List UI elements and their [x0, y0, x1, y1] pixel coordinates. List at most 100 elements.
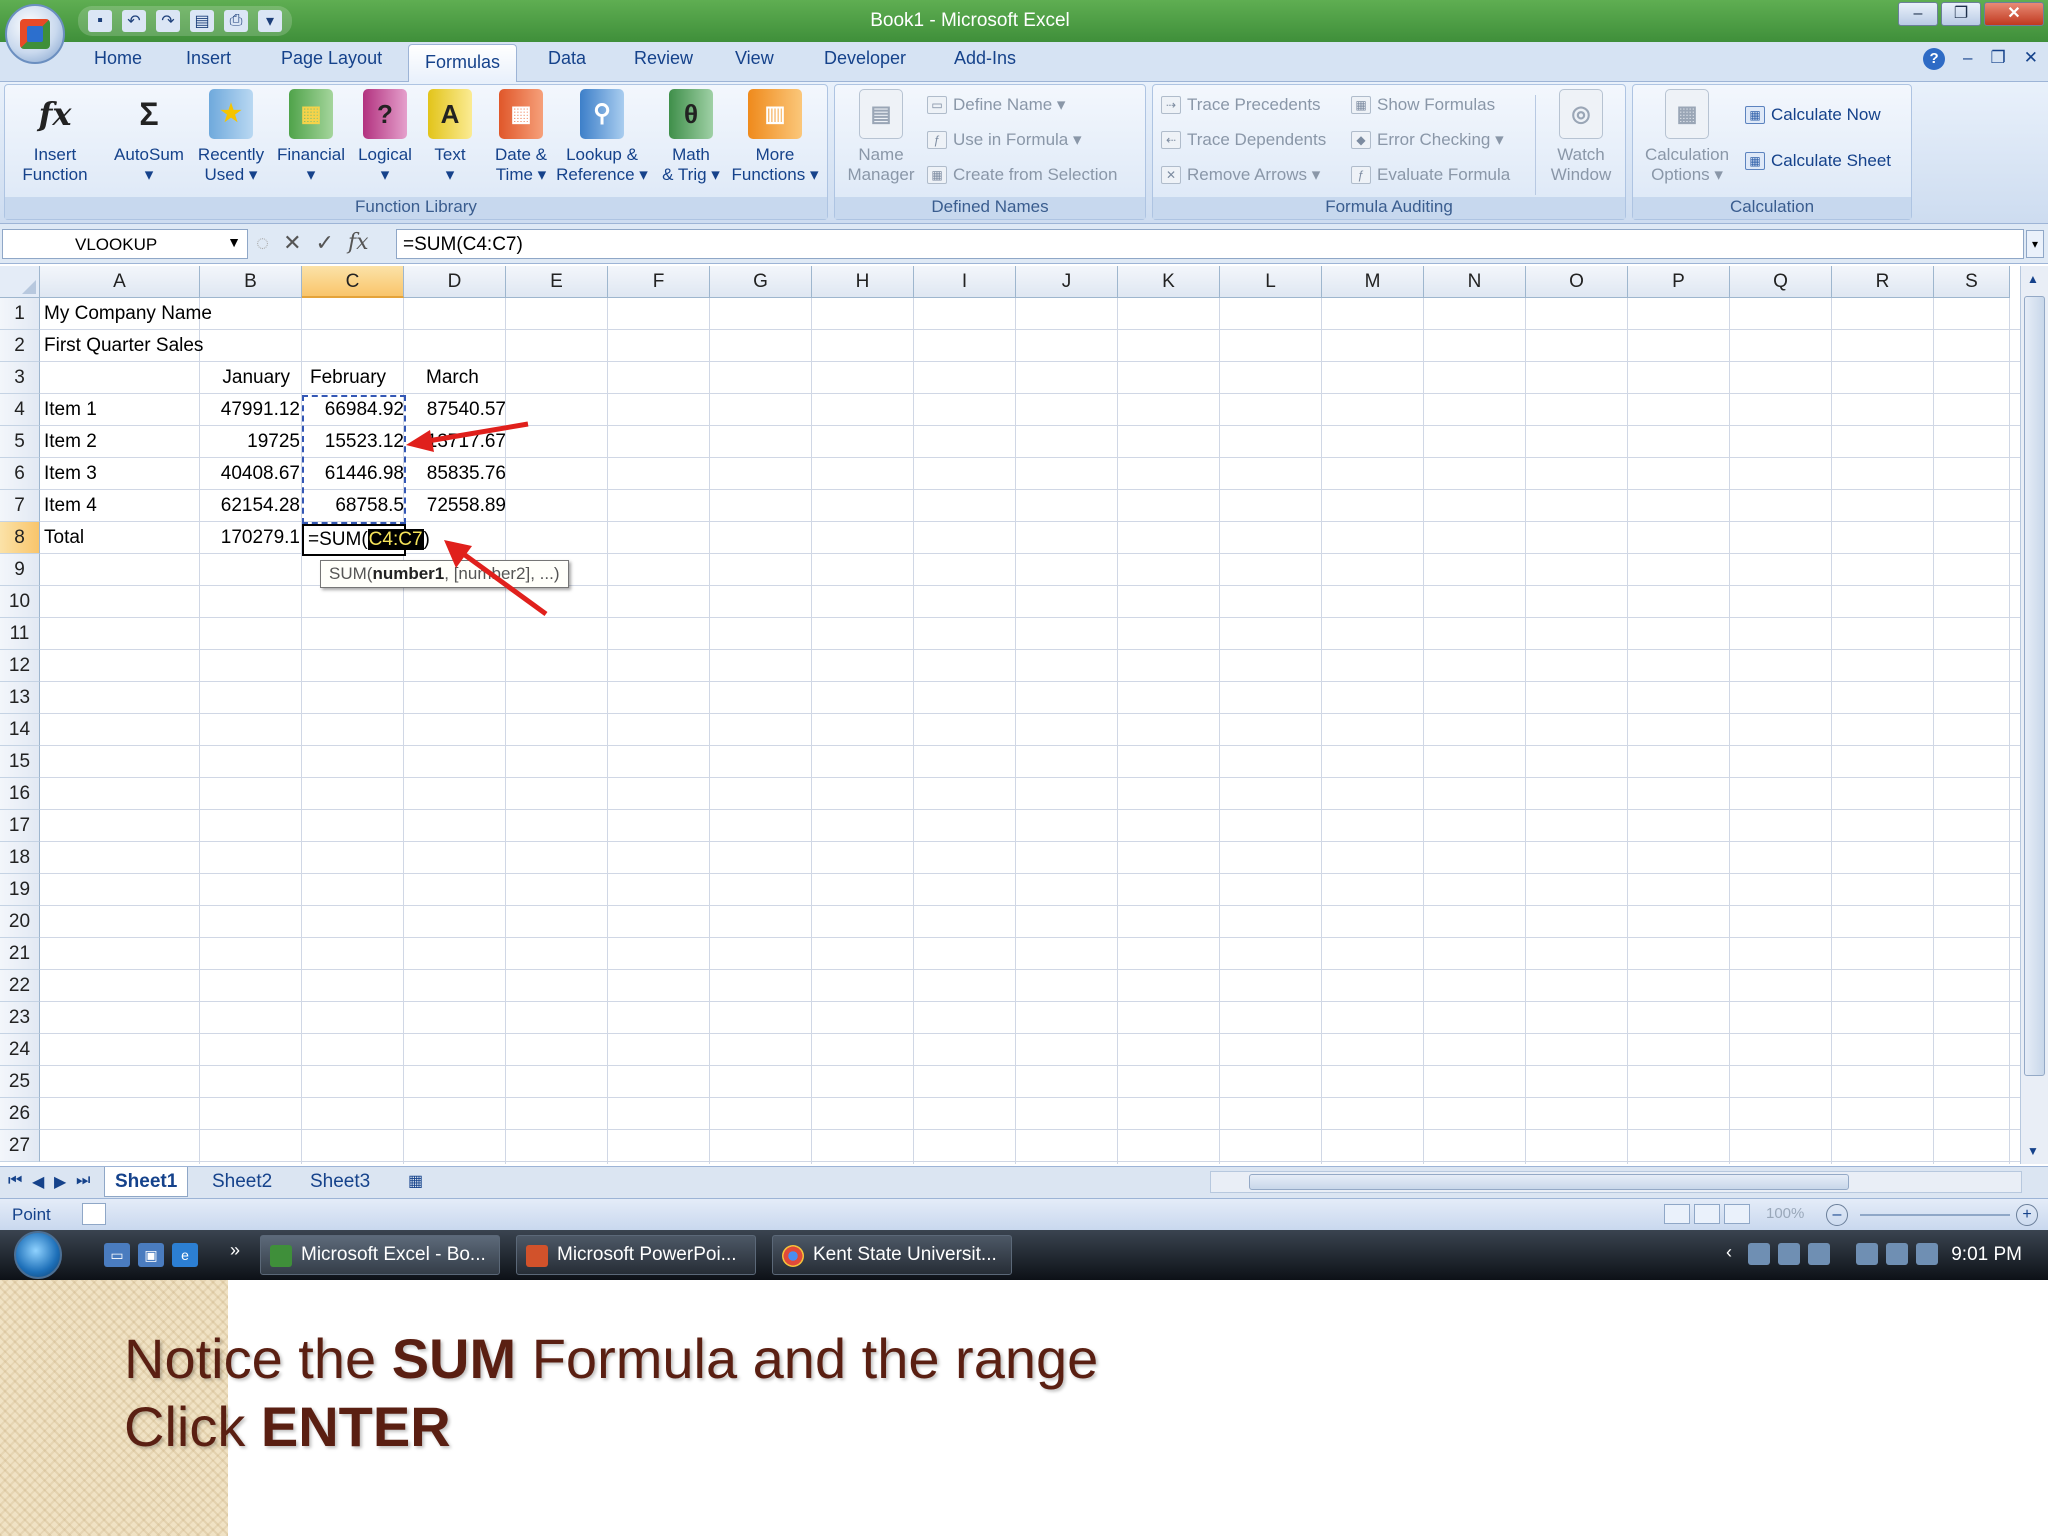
- cell-a2[interactable]: First Quarter Sales: [44, 330, 203, 362]
- more-quick-launch-icon[interactable]: »: [230, 1240, 240, 1261]
- tray-expand-icon[interactable]: ‹: [1726, 1242, 1732, 1263]
- cell-a6[interactable]: Item 3: [44, 458, 97, 490]
- workbook-close-icon[interactable]: ✕: [2024, 48, 2038, 70]
- define-name-button[interactable]: ▭ Define Name ▾: [927, 95, 1065, 115]
- tab-page-layout[interactable]: Page Layout: [281, 48, 382, 69]
- calculation-options-button[interactable]: ▦ Calculation Options ▾: [1637, 89, 1737, 185]
- column-header-c[interactable]: C: [302, 266, 404, 298]
- cell-b8[interactable]: 170279.1: [200, 522, 300, 554]
- chevron-down-icon[interactable]: ▼: [227, 234, 241, 250]
- column-header-a[interactable]: A: [40, 266, 200, 298]
- math-trig-button[interactable]: θ Math & Trig ▾: [653, 89, 729, 185]
- cell-c5[interactable]: 15523.12: [304, 426, 404, 458]
- normal-view-icon[interactable]: [1664, 1204, 1690, 1224]
- volume-icon[interactable]: [1916, 1243, 1938, 1265]
- row-header-8[interactable]: 8: [0, 522, 40, 554]
- logical-button[interactable]: ? Logical ▾: [345, 89, 425, 185]
- tab-data[interactable]: Data: [548, 48, 586, 69]
- row-header-21[interactable]: 21: [0, 938, 40, 970]
- select-all-corner[interactable]: [0, 266, 40, 298]
- row-header-24[interactable]: 24: [0, 1034, 40, 1066]
- column-header-p[interactable]: P: [1628, 266, 1730, 298]
- display-icon[interactable]: [1778, 1243, 1800, 1265]
- close-button[interactable]: ✕: [1984, 2, 2044, 26]
- row-header-22[interactable]: 22: [0, 970, 40, 1002]
- start-orb-icon[interactable]: [14, 1231, 62, 1279]
- network-icon[interactable]: [1748, 1243, 1770, 1265]
- zoom-out-icon[interactable]: –: [1826, 1204, 1848, 1226]
- worksheet-grid[interactable]: ABCDEFGHIJKLMNOPQRS 1 2 3 4 5 6 7 8 9 10 11 12 13 14 1…: [0, 266, 2048, 1164]
- sheet-tab-3[interactable]: Sheet3: [300, 1167, 380, 1197]
- cell-c3[interactable]: February: [310, 362, 386, 394]
- row-header-1[interactable]: 1: [0, 298, 40, 330]
- column-header-n[interactable]: N: [1424, 266, 1526, 298]
- prev-sheet-icon[interactable]: ◀: [32, 1172, 44, 1192]
- row-header-4[interactable]: 4: [0, 394, 40, 426]
- network-connection-icon[interactable]: [1886, 1243, 1908, 1265]
- internet-explorer-icon[interactable]: e: [172, 1243, 198, 1267]
- calculate-now-button[interactable]: ▦ Calculate Now: [1745, 105, 1881, 125]
- autosum-button[interactable]: Σ AutoSum ▾: [105, 89, 193, 185]
- column-header-f[interactable]: F: [608, 266, 710, 298]
- row-header-27[interactable]: 27: [0, 1130, 40, 1162]
- column-header-k[interactable]: K: [1118, 266, 1220, 298]
- column-header-j[interactable]: J: [1016, 266, 1118, 298]
- cell-c4[interactable]: 66984.92: [304, 394, 404, 426]
- column-header-s[interactable]: S: [1934, 266, 2010, 298]
- insert-function-icon[interactable]: fx: [348, 230, 369, 256]
- column-header-q[interactable]: Q: [1730, 266, 1832, 298]
- row-header-5[interactable]: 5: [0, 426, 40, 458]
- row-header-14[interactable]: 14: [0, 714, 40, 746]
- tab-formulas[interactable]: Formulas: [408, 44, 518, 83]
- row-header-20[interactable]: 20: [0, 906, 40, 938]
- column-header-i[interactable]: I: [914, 266, 1016, 298]
- tab-developer[interactable]: Developer: [824, 48, 906, 69]
- error-checking-button[interactable]: ◆ Error Checking ▾: [1351, 130, 1504, 150]
- printer-icon[interactable]: [1808, 1243, 1830, 1265]
- evaluate-formula-button[interactable]: ƒ Evaluate Formula: [1351, 165, 1510, 185]
- scroll-thumb[interactable]: [2024, 296, 2045, 1076]
- workbook-restore-icon[interactable]: ❐: [1991, 48, 2006, 70]
- watch-window-button[interactable]: ◎ Watch Window: [1541, 89, 1621, 185]
- page-break-view-icon[interactable]: [1724, 1204, 1750, 1224]
- cell-a4[interactable]: Item 1: [44, 394, 97, 426]
- row-header-10[interactable]: 10: [0, 586, 40, 618]
- cell-a7[interactable]: Item 4: [44, 490, 97, 522]
- row-header-23[interactable]: 23: [0, 1002, 40, 1034]
- column-header-b[interactable]: B: [200, 266, 302, 298]
- more-functions-button[interactable]: ▥ More Functions ▾: [725, 89, 825, 185]
- trace-dependents-button[interactable]: ⇠ Trace Dependents: [1161, 130, 1326, 150]
- column-header-l[interactable]: L: [1220, 266, 1322, 298]
- financial-button[interactable]: ▦ Financial ▾: [271, 89, 351, 185]
- tab-insert[interactable]: Insert: [186, 48, 231, 69]
- active-cell-c8[interactable]: =SUM(C4:C7): [302, 524, 430, 556]
- first-sheet-icon[interactable]: ⏮: [8, 1172, 22, 1190]
- name-box[interactable]: VLOOKUP ▼: [2, 229, 248, 259]
- page-layout-view-icon[interactable]: [1694, 1204, 1720, 1224]
- column-header-h[interactable]: H: [812, 266, 914, 298]
- vertical-scrollbar[interactable]: ▲ ▼: [2020, 266, 2048, 1164]
- cell-a1[interactable]: My Company Name: [44, 298, 212, 330]
- office-button[interactable]: [5, 4, 65, 64]
- sheet-tab-2[interactable]: Sheet2: [202, 1167, 282, 1197]
- date-time-button[interactable]: ▦ Date & Time ▾: [481, 89, 561, 185]
- task-browser[interactable]: Kent State Universit...: [772, 1235, 1012, 1275]
- cell-c6[interactable]: 61446.98: [304, 458, 404, 490]
- column-header-g[interactable]: G: [710, 266, 812, 298]
- row-header-11[interactable]: 11: [0, 618, 40, 650]
- cell-d6[interactable]: 85835.76: [406, 458, 506, 490]
- cell-b4[interactable]: 47991.12: [200, 394, 300, 426]
- power-icon[interactable]: [1856, 1243, 1878, 1265]
- lookup-reference-button[interactable]: ⚲ Lookup & Reference ▾: [551, 89, 653, 185]
- tab-add-ins[interactable]: Add-Ins: [954, 48, 1016, 69]
- cell-d5[interactable]: 13717.67: [406, 426, 506, 458]
- column-header-m[interactable]: M: [1322, 266, 1424, 298]
- task-excel[interactable]: Microsoft Excel - Bo...: [260, 1235, 500, 1275]
- calculate-sheet-button[interactable]: ▦ Calculate Sheet: [1745, 151, 1891, 171]
- row-header-25[interactable]: 25: [0, 1066, 40, 1098]
- zoom-in-icon[interactable]: +: [2016, 1204, 2038, 1226]
- row-header-9[interactable]: 9: [0, 554, 40, 586]
- row-header-2[interactable]: 2: [0, 330, 40, 362]
- row-header-15[interactable]: 15: [0, 746, 40, 778]
- insert-sheet-icon[interactable]: ▦: [398, 1167, 433, 1197]
